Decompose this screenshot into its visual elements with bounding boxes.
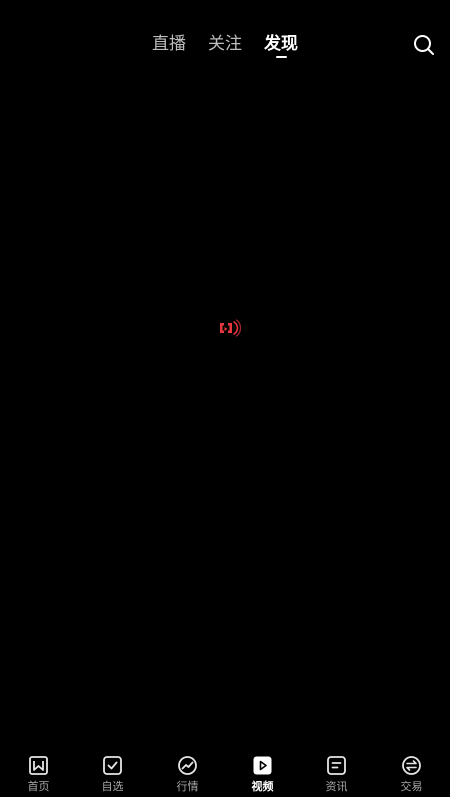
nav-item-video[interactable]: 视频 xyxy=(225,742,300,797)
nav-item-trade[interactable]: 交易 xyxy=(374,742,449,797)
nav-label-watchlist: 自选 xyxy=(101,780,124,793)
search-button[interactable] xyxy=(412,33,436,57)
nav-item-market[interactable]: 行情 xyxy=(150,742,225,797)
nav-item-home[interactable]: 首页 xyxy=(1,742,76,797)
bottom-navigation-bar: 首页 自选 行情 视频 资讯 交易 xyxy=(0,742,450,797)
trade-icon xyxy=(402,756,421,775)
news-icon xyxy=(327,756,346,775)
search-icon xyxy=(414,35,434,55)
watchlist-icon xyxy=(103,756,122,775)
video-icon xyxy=(253,756,272,775)
nav-label-trade: 交易 xyxy=(400,780,423,793)
market-icon xyxy=(178,756,197,775)
tab-follow[interactable]: 关注 xyxy=(208,33,242,55)
nav-label-news: 资讯 xyxy=(325,780,348,793)
loading-spinner xyxy=(215,315,242,341)
tab-discover[interactable]: 发现 xyxy=(264,33,298,55)
top-tab-bar: 直播 关注 发现 xyxy=(0,0,450,90)
nav-label-home: 首页 xyxy=(27,780,50,793)
nav-label-market: 行情 xyxy=(176,780,199,793)
nav-item-watchlist[interactable]: 自选 xyxy=(75,742,150,797)
nav-item-news[interactable]: 资讯 xyxy=(299,742,374,797)
loading-spinner-icon xyxy=(220,319,242,337)
tab-live[interactable]: 直播 xyxy=(152,33,186,55)
active-tab-indicator xyxy=(276,56,287,58)
home-icon xyxy=(29,756,48,775)
nav-label-video: 视频 xyxy=(251,780,274,793)
